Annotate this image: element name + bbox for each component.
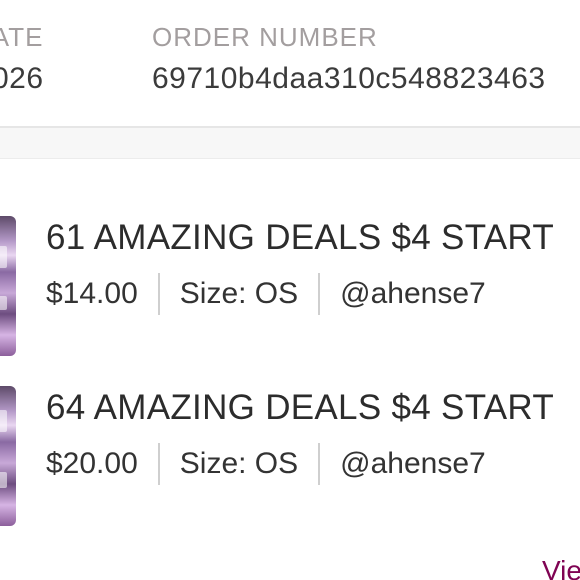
order-number-value: 69710b4daa310c548823463 bbox=[152, 62, 546, 95]
view-link[interactable]: Vie bbox=[542, 555, 580, 580]
divider bbox=[157, 273, 160, 315]
item-price: $14.00 bbox=[46, 277, 138, 310]
item-price: $20.00 bbox=[46, 447, 138, 480]
order-details-page: DATE 026 ORDER NUMBER 69710b4daa310c5488… bbox=[0, 0, 580, 580]
item-seller-link[interactable]: @ahense7 bbox=[340, 277, 486, 311]
item-thumbnail[interactable] bbox=[0, 216, 16, 356]
item-size: Size: OS bbox=[179, 277, 299, 310]
section-divider bbox=[0, 126, 580, 159]
order-item[interactable]: 61 AMAZING DEALS $4 START $14.00 Size: O… bbox=[0, 216, 580, 356]
order-number-label: ORDER NUMBER bbox=[152, 22, 378, 52]
date-value: 026 bbox=[0, 62, 44, 95]
item-title[interactable]: 64 AMAZING DEALS $4 START bbox=[46, 388, 554, 428]
item-title[interactable]: 61 AMAZING DEALS $4 START bbox=[46, 218, 554, 258]
item-details: $14.00 Size: OS @ahense7 bbox=[46, 273, 486, 315]
order-item[interactable]: 64 AMAZING DEALS $4 START $20.00 Size: O… bbox=[0, 386, 580, 526]
divider bbox=[318, 443, 321, 485]
item-details: $20.00 Size: OS @ahense7 bbox=[46, 443, 486, 485]
item-thumbnail[interactable] bbox=[0, 386, 16, 526]
item-seller-link[interactable]: @ahense7 bbox=[340, 447, 486, 481]
item-size: Size: OS bbox=[179, 447, 299, 480]
date-label: DATE bbox=[0, 22, 44, 52]
divider bbox=[318, 273, 321, 315]
divider bbox=[157, 443, 160, 485]
